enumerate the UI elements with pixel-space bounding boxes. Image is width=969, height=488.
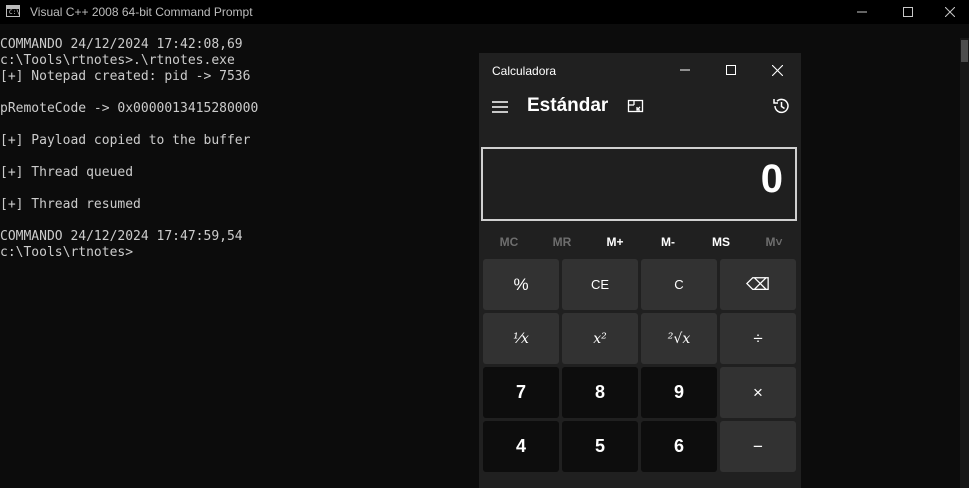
- command-prompt-icon: C:\: [6, 5, 20, 17]
- memory-mr-button[interactable]: MR: [533, 231, 591, 253]
- digit-5-key[interactable]: 5: [562, 421, 638, 472]
- console-close-button[interactable]: [931, 0, 969, 24]
- square-key[interactable]: x²: [562, 313, 638, 364]
- hamburger-menu-icon[interactable]: [491, 98, 509, 116]
- key-label: %: [513, 274, 529, 294]
- key-label: ²√x: [667, 330, 691, 347]
- console-scrollbar[interactable]: [960, 38, 969, 488]
- memory-mplus-button[interactable]: M+: [586, 231, 644, 253]
- calculator-header: Estándar: [479, 90, 801, 126]
- backspace-key[interactable]: ⌫: [720, 259, 796, 310]
- minimize-icon: [680, 69, 690, 71]
- square-root-key[interactable]: ²√x: [641, 313, 717, 364]
- digit-9-key[interactable]: 9: [641, 367, 717, 418]
- key-label: 5: [594, 436, 605, 456]
- multiply-key[interactable]: ×: [720, 367, 796, 418]
- history-icon[interactable]: [771, 96, 791, 116]
- reciprocal-key[interactable]: ¹⁄x: [483, 313, 559, 364]
- key-label: 6: [673, 436, 684, 456]
- digit-4-key[interactable]: 4: [483, 421, 559, 472]
- console-maximize-button[interactable]: [885, 0, 931, 24]
- key-label: ÷: [753, 328, 763, 348]
- divide-key[interactable]: ÷: [720, 313, 796, 364]
- backspace-icon: ⌫: [745, 274, 771, 294]
- console-title: Visual C++ 2008 64-bit Command Prompt: [30, 5, 253, 19]
- digit-6-key[interactable]: 6: [641, 421, 717, 472]
- key-label: x²: [593, 330, 607, 347]
- close-icon: [945, 7, 955, 17]
- calculator-title: Calculadora: [492, 64, 557, 78]
- memory-row: MC MR M+ M- MS M˅: [479, 231, 801, 253]
- key-label: −: [753, 436, 763, 456]
- console-minimize-button[interactable]: [839, 0, 885, 24]
- clear-key[interactable]: C: [641, 259, 717, 310]
- digit-8-key[interactable]: 8: [562, 367, 638, 418]
- key-label: 8: [594, 382, 605, 402]
- console-line: COMMANDO 24/12/2024 17:42:08,69: [0, 37, 243, 52]
- memory-mlist-button[interactable]: M˅: [745, 231, 801, 253]
- console-scroll-thumb[interactable]: [961, 40, 968, 62]
- minimize-icon: [857, 11, 867, 13]
- key-label: 9: [673, 382, 684, 402]
- memory-ms-button[interactable]: MS: [692, 231, 750, 253]
- calc-maximize-button[interactable]: [708, 58, 754, 82]
- key-label: 4: [515, 436, 526, 456]
- display-value: 0: [760, 157, 783, 201]
- key-label: ¹⁄x: [513, 330, 529, 347]
- clear-entry-key[interactable]: CE: [562, 259, 638, 310]
- calc-close-button[interactable]: [754, 58, 800, 82]
- key-label: 7: [515, 382, 526, 402]
- digit-7-key[interactable]: 7: [483, 367, 559, 418]
- mode-title: Estándar: [527, 95, 609, 116]
- keep-on-top-icon[interactable]: [627, 98, 645, 116]
- key-label: C: [674, 277, 684, 292]
- percent-key[interactable]: %: [483, 259, 559, 310]
- calc-minimize-button[interactable]: [662, 58, 708, 82]
- calculator-titlebar[interactable]: Calculadora: [479, 53, 801, 87]
- memory-mc-button[interactable]: MC: [480, 231, 538, 253]
- memory-mminus-button[interactable]: M-: [639, 231, 697, 253]
- maximize-icon: [903, 7, 913, 17]
- maximize-icon: [726, 65, 736, 75]
- key-label: ×: [753, 382, 763, 402]
- calculator-window: Calculadora Estándar 0 MC MR M+ M- MS M˅…: [479, 53, 801, 488]
- key-label: CE: [590, 277, 610, 292]
- result-display: 0: [481, 147, 797, 221]
- minus-key[interactable]: −: [720, 421, 796, 472]
- console-titlebar[interactable]: C:\ Visual C++ 2008 64-bit Command Promp…: [0, 0, 969, 24]
- close-icon: [771, 64, 783, 76]
